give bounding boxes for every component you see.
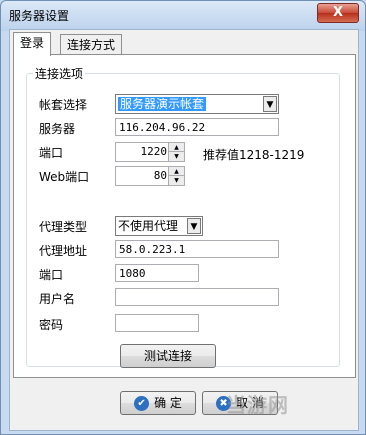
tab-login[interactable]: 登录 [13, 32, 52, 56]
web-port-stepper[interactable]: 80 ▲ ▼ [115, 166, 185, 186]
port-spin-buttons: ▲ ▼ [168, 143, 184, 161]
web-port-spin-buttons: ▲ ▼ [168, 167, 184, 185]
tab-connection-mode[interactable]: 连接方式 [60, 34, 123, 55]
port-label: 端口 [39, 146, 64, 160]
window-title: 服务器设置 [9, 9, 70, 23]
web-port-label: Web端口 [39, 170, 90, 184]
checkmark-icon: ✔ [134, 396, 150, 411]
proxy-port-input[interactable]: 1080 [115, 264, 199, 282]
web-port-increment-icon[interactable]: ▲ [169, 167, 184, 176]
port-value: 1220 [140, 145, 168, 158]
ok-button[interactable]: ✔ 确 定 [120, 391, 196, 415]
username-label: 用户名 [39, 292, 76, 306]
connection-options-group: 连接选项 帐套选择 服务器演示帐套 ▼ 服务器 116.204.96.22 端口… [26, 65, 340, 368]
site-watermark: 当游网 [226, 393, 289, 417]
account-set-label: 帐套选择 [39, 98, 88, 112]
proxy-type-value: 不使用代理 [118, 219, 179, 233]
proxy-type-label: 代理类型 [39, 220, 88, 234]
account-set-select[interactable]: 服务器演示帐套 ▼ [115, 94, 279, 114]
ok-label: 确 定 [154, 396, 182, 410]
proxy-address-input[interactable]: 58.0.223.1 [115, 240, 279, 258]
web-port-decrement-icon[interactable]: ▼ [169, 176, 184, 185]
web-port-value: 80 [153, 169, 167, 182]
account-set-value: 服务器演示帐套 [118, 97, 207, 111]
server-settings-window: 服务器设置 X 登录 连接方式 连接选项 帐套选择 服务器演示帐套 ▼ 服务器 … [0, 0, 366, 435]
chevron-down-icon[interactable]: ▼ [263, 96, 277, 112]
port-increment-icon[interactable]: ▲ [169, 143, 184, 152]
port-stepper[interactable]: 1220 ▲ ▼ [115, 142, 185, 162]
server-input[interactable]: 116.204.96.22 [115, 118, 279, 136]
password-label: 密码 [39, 318, 64, 332]
dialog-body: 登录 连接方式 连接选项 帐套选择 服务器演示帐套 ▼ 服务器 116.204.… [9, 29, 359, 431]
server-label: 服务器 [39, 122, 76, 136]
proxy-address-label: 代理地址 [39, 244, 88, 258]
username-input[interactable] [115, 288, 279, 306]
close-button[interactable]: X [317, 3, 359, 23]
proxy-port-label: 端口 [39, 268, 64, 282]
login-tab-panel: 连接选项 帐套选择 服务器演示帐套 ▼ 服务器 116.204.96.22 端口… [13, 54, 356, 378]
port-decrement-icon[interactable]: ▼ [169, 152, 184, 161]
proxy-type-select[interactable]: 不使用代理 ▼ [115, 216, 203, 236]
test-connection-button[interactable]: 测试连接 [120, 344, 216, 368]
port-hint: 推荐值1218-1219 [203, 148, 305, 162]
chevron-down-icon[interactable]: ▼ [187, 218, 201, 234]
group-legend: 连接选项 [35, 67, 84, 81]
password-input[interactable] [115, 314, 199, 332]
title-bar[interactable]: 服务器设置 X [1, 1, 365, 29]
